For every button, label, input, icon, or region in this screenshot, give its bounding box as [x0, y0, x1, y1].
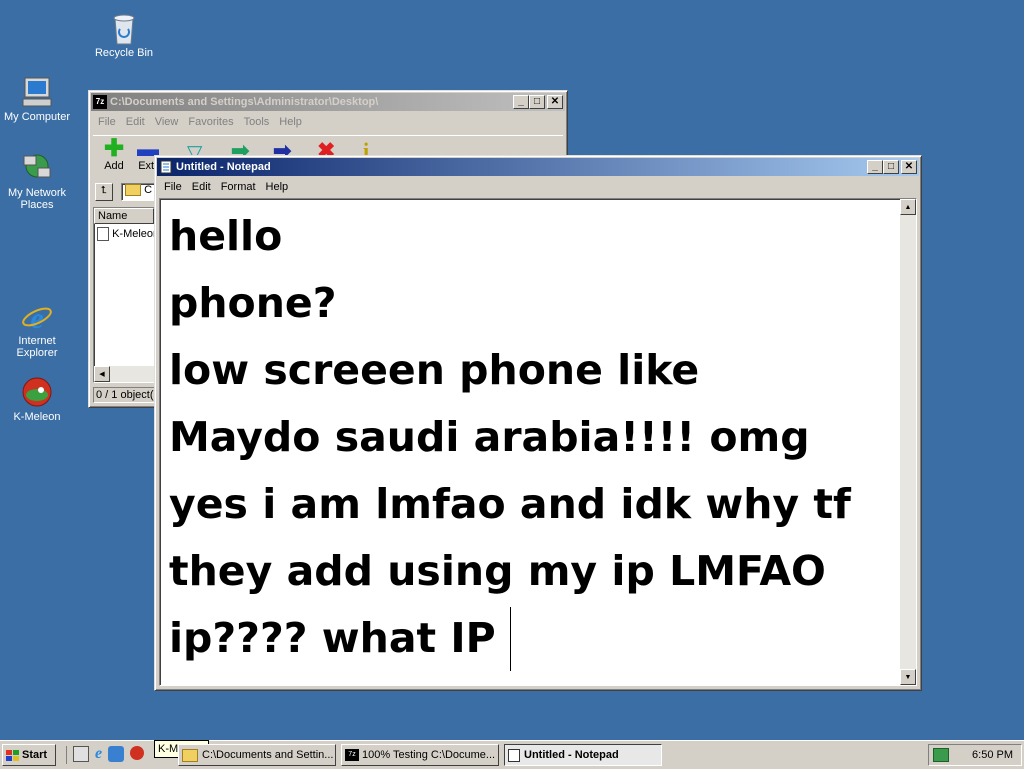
list-item[interactable]: K-Meleon [94, 224, 154, 241]
taskbar-button-notepad[interactable]: Untitled - Notepad [504, 744, 662, 766]
notepad-titlebar[interactable]: Untitled - Notepad _ □ ✕ [157, 158, 919, 176]
desktop-icon-network-places[interactable]: My Network Places [0, 152, 77, 211]
7zip-icon: 7z [93, 95, 107, 109]
taskbar: Start e K-Meleon C:\Documents and Settin… [0, 740, 1024, 769]
menu-favorites[interactable]: Favorites [183, 116, 238, 128]
taskbar-button-7zip[interactable]: 7z 100% Testing C:\Docume... [341, 744, 499, 766]
arrow-left-icon: ◀ [99, 371, 105, 378]
desktop-icon-recycle-bin[interactable]: Recycle Bin [84, 12, 164, 59]
column-header-name[interactable]: Name [94, 208, 154, 224]
desktop-icon-k-meleon[interactable]: K-Meleon [0, 376, 77, 423]
taskbar-button-label: Untitled - Notepad [524, 749, 619, 761]
internet-explorer-icon[interactable]: e [95, 746, 102, 764]
menu-help[interactable]: Help [274, 116, 307, 128]
notepad-content: hello phone? low screeen phone like Mayd… [169, 203, 851, 672]
vertical-scrollbar[interactable]: ▲ ▼ [900, 199, 916, 685]
address-text: C [144, 184, 153, 196]
network-places-icon [21, 152, 53, 184]
notepad-icon [159, 160, 173, 174]
menu-file[interactable]: File [93, 116, 121, 128]
start-button[interactable]: Start [2, 744, 56, 766]
desktop-icon-label: My Computer [3, 111, 71, 123]
up-folder-button[interactable]: ⮤ [95, 183, 113, 201]
notepad-title: Untitled - Notepad [176, 161, 271, 173]
explorer-menubar: File Edit View Favorites Tools Help [89, 113, 567, 131]
menu-tools[interactable]: Tools [239, 116, 275, 128]
notepad-text-area[interactable]: hello phone? low screeen phone like Mayd… [159, 198, 917, 686]
desktop-icon-internet-explorer[interactable]: e Internet Explorer [0, 300, 77, 359]
menu-edit[interactable]: Edit [187, 181, 216, 193]
explorer-title: C:\Documents and Settings\Administrator\… [110, 96, 379, 108]
maximize-button[interactable]: □ [883, 160, 899, 174]
maximize-icon: □ [887, 161, 895, 172]
scroll-up-button[interactable]: ▲ [900, 199, 916, 215]
clock[interactable]: 6:50 PM [972, 749, 1013, 761]
maximize-icon: □ [533, 96, 541, 107]
taskbar-button-label: C:\Documents and Settin... [202, 749, 334, 761]
maximize-button[interactable]: □ [529, 95, 545, 109]
folder-icon [125, 184, 141, 197]
arrow-down-icon: ▼ [904, 673, 912, 681]
minimize-icon: _ [518, 96, 524, 107]
recycle-bin-icon [108, 12, 140, 45]
arrow-up-icon: ▲ [904, 203, 912, 211]
hscrollbar[interactable]: ◀ [94, 366, 154, 382]
text-line: low screeen phone like [169, 346, 700, 394]
desktop-icon-label: My Network Places [7, 187, 67, 211]
close-icon: ✕ [550, 96, 560, 107]
close-button[interactable]: ✕ [901, 160, 917, 174]
notepad-icon [508, 748, 520, 762]
menu-view[interactable]: View [150, 116, 184, 128]
desktop-icon-my-computer[interactable]: My Computer [0, 76, 77, 123]
text-line: phone? [169, 279, 337, 327]
k-meleon-icon[interactable] [130, 746, 145, 760]
system-tray: 6:50 PM [928, 744, 1022, 766]
menu-file[interactable]: File [159, 181, 187, 193]
add-label: Add [104, 160, 124, 172]
desktop-icon-label: Internet Explorer [16, 335, 58, 359]
text-line: yes i am lmfao and idk why tf [169, 480, 851, 528]
taskbar-button-label: 100% Testing C:\Docume... [362, 749, 496, 761]
up-folder-icon: ⮤ [101, 185, 107, 196]
minimize-button[interactable]: _ [513, 95, 529, 109]
minimize-button[interactable]: _ [867, 160, 883, 174]
desktop-icon-label: K-Meleon [13, 411, 61, 423]
windows-logo-icon [6, 749, 19, 761]
notepad-menubar: File Edit Format Help [155, 178, 921, 196]
list-item-label: K-Meleon [112, 227, 155, 240]
quick-launch: e [66, 746, 145, 764]
file-icon [97, 227, 109, 241]
notepad-window: Untitled - Notepad _ □ ✕ File Edit Forma… [154, 155, 922, 691]
start-label: Start [22, 749, 48, 761]
outlook-express-icon[interactable] [108, 746, 125, 762]
file-list[interactable]: Name K-Meleon ◀ [93, 207, 155, 383]
menu-edit[interactable]: Edit [121, 116, 150, 128]
status-bar: 0 / 1 object(s [93, 387, 161, 403]
text-cursor [510, 606, 511, 671]
network-tray-icon[interactable] [933, 748, 949, 762]
explorer-titlebar[interactable]: 7z C:\Documents and Settings\Administrat… [91, 93, 565, 111]
show-desktop-icon[interactable] [73, 746, 89, 762]
minimize-icon: _ [872, 161, 878, 172]
internet-explorer-icon: e [21, 300, 53, 335]
my-computer-icon [21, 76, 53, 108]
menu-format[interactable]: Format [216, 181, 261, 193]
text-line: hello [169, 212, 283, 260]
add-icon: ✚ [103, 135, 125, 162]
menu-help[interactable]: Help [261, 181, 294, 193]
scroll-down-button[interactable]: ▼ [900, 669, 916, 685]
svg-text:e: e [30, 302, 43, 332]
7zip-icon: 7z [345, 749, 359, 761]
taskbar-button-explorer[interactable]: C:\Documents and Settin... [178, 744, 336, 766]
scroll-left-button[interactable]: ◀ [94, 366, 110, 382]
close-button[interactable]: ✕ [547, 95, 563, 109]
folder-icon [182, 748, 198, 762]
text-line: ip???? what IP [169, 614, 510, 662]
add-button[interactable]: ✚ Add [99, 135, 129, 173]
close-icon: ✕ [904, 161, 914, 172]
k-meleon-icon [21, 376, 53, 408]
text-line: they add using my ip LMFAO [169, 547, 826, 595]
desktop-icon-label: Recycle Bin [94, 47, 154, 59]
text-line: Maydo saudi arabia!!!! omg [169, 413, 810, 461]
